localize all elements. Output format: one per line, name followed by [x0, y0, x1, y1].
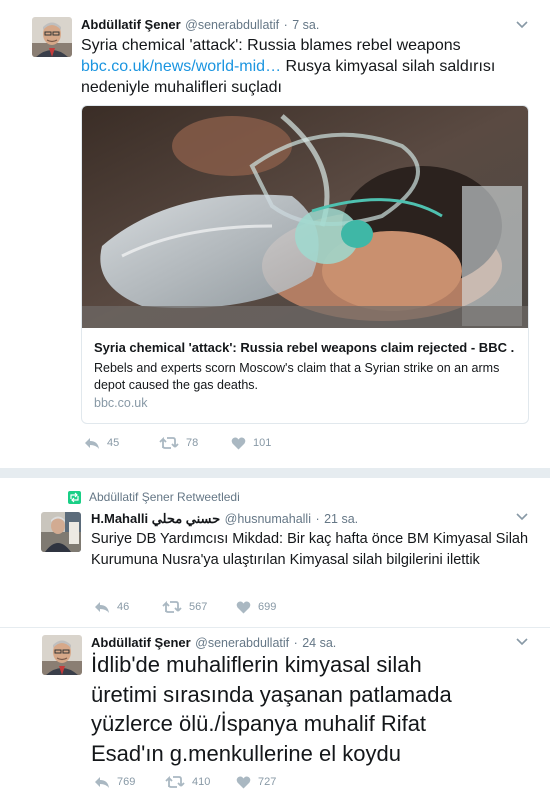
reply-icon [95, 602, 109, 613]
author-name[interactable]: Abdüllatif Şener [91, 635, 191, 650]
reply-button[interactable]: 45 [84, 436, 159, 450]
retweet-notice[interactable]: Abdüllatif Şener Retweetledi [89, 490, 240, 504]
author-handle[interactable]: @senerabdullatif [195, 636, 289, 650]
retweet-button[interactable]: 410 [165, 775, 236, 789]
tweet-divider [0, 627, 550, 628]
tweet-link[interactable]: bbc.co.uk/news/world-mid… [81, 58, 281, 75]
author-name[interactable]: Abdüllatif Şener [81, 17, 181, 32]
chevron-down-icon[interactable] [514, 633, 530, 649]
retweet-icon [162, 600, 182, 613]
link-card[interactable]: Syria chemical 'attack': Russia rebel we… [81, 105, 529, 424]
author-handle[interactable]: @senerabdullatif [185, 18, 279, 32]
like-button[interactable]: 699 [236, 601, 276, 614]
heart-icon [236, 601, 251, 613]
heart-icon [236, 776, 251, 788]
chevron-down-icon[interactable] [514, 508, 530, 524]
like-count: 699 [258, 601, 277, 613]
like-button[interactable]: 727 [236, 776, 276, 789]
retweet-count: 567 [189, 601, 208, 613]
reply-button[interactable]: 46 [94, 600, 162, 614]
retweet-context: Abdüllatif Şener Retweetledi [68, 490, 240, 504]
separator-dot: · [315, 512, 320, 526]
author-handle[interactable]: @husnumahalli [225, 512, 311, 526]
avatar[interactable] [42, 635, 82, 675]
retweet-count: 410 [192, 776, 211, 788]
tweet-text-main: Syria chemical 'attack': Russia blames r… [81, 37, 461, 54]
reply-button[interactable]: 769 [94, 775, 165, 789]
heart-icon [231, 437, 246, 449]
card-title[interactable]: Syria chemical 'attack': Russia rebel we… [94, 340, 514, 355]
retweet-count: 78 [186, 437, 199, 449]
tweet-actions: 46 567 699 [94, 600, 276, 614]
retweet-icon [68, 490, 81, 504]
timestamp[interactable]: 24 sa. [302, 636, 336, 650]
like-count: 727 [258, 776, 277, 788]
tweet-text: Syria chemical 'attack': Russia blames r… [81, 35, 527, 98]
timestamp[interactable]: 7 sa. [292, 18, 319, 32]
tweet-actions: 769 410 727 [94, 775, 276, 789]
separator-dot: · [283, 18, 288, 32]
tweet-actions: 45 78 101 [84, 436, 271, 450]
stream-divider [0, 468, 550, 478]
retweet-button[interactable]: 78 [159, 436, 231, 450]
like-button[interactable]: 101 [231, 437, 271, 450]
avatar[interactable] [32, 17, 72, 57]
retweet-button[interactable]: 567 [162, 600, 236, 614]
tweet-text: Suriye DB Yardımcısı Mikdad: Bir kaç haf… [91, 531, 529, 568]
card-domain: bbc.co.uk [94, 396, 148, 410]
tweet-text: İdlib'de muhaliflerin kimyasal silah üre… [91, 652, 452, 766]
author-name[interactable]: H.Mahalli حسني محلي [91, 511, 220, 526]
chevron-down-icon[interactable] [514, 16, 530, 32]
card-image[interactable] [82, 106, 528, 328]
card-description: Rebels and experts scorn Moscow's claim … [94, 361, 500, 392]
reply-count: 769 [117, 776, 136, 788]
separator-dot: · [293, 636, 298, 650]
reply-count: 45 [107, 437, 120, 449]
reply-count: 46 [117, 601, 130, 613]
timestamp[interactable]: 21 sa. [324, 512, 358, 526]
retweet-icon [159, 436, 179, 449]
reply-icon [95, 777, 109, 788]
avatar[interactable] [41, 512, 81, 552]
retweet-icon [165, 775, 185, 788]
like-count: 101 [253, 437, 272, 449]
reply-icon [85, 438, 99, 449]
